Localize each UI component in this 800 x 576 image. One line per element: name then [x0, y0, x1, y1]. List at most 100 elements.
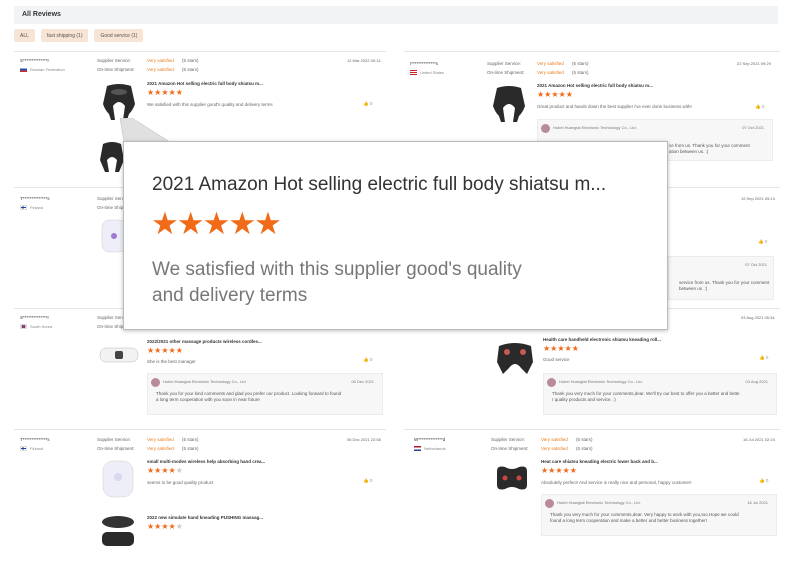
thumbs-up-icon: 👍 — [363, 478, 369, 483]
ontime-shipment-label: On-time Shipment: — [97, 67, 135, 72]
like-button[interactable]: 👍 0 — [758, 239, 767, 245]
supplier-service-label: Supplier Service: — [491, 437, 526, 442]
massager-image — [497, 343, 533, 374]
product-title-link[interactable]: 2021 Amazon Hot selling electric full bo… — [537, 83, 653, 88]
review-comment: We satisfied with this supplier good's q… — [147, 102, 273, 107]
divider — [404, 51, 780, 52]
supplier-service-stars: (5 stars) — [572, 61, 589, 66]
supplier-reply: Hubei Huangtai Electronic Technology Co.… — [147, 373, 383, 415]
ontime-shipment-stars: (5 stars) — [572, 70, 589, 75]
avatar — [151, 378, 160, 387]
south-korea-flag-icon — [20, 324, 27, 329]
ontime-shipment-stars: (5 stars) — [182, 446, 199, 451]
product-title-link[interactable]: small multi-modes wireless help absorbin… — [147, 459, 265, 464]
like-button[interactable]: 👍 0 — [363, 101, 372, 107]
russia-flag-icon — [20, 67, 27, 72]
product-title-link[interactable]: 2022/2021 other massage products wireles… — [147, 339, 262, 344]
review-filters: ALL fast shipping (1) Good service (1) — [14, 29, 144, 42]
review-comment: seems to be good quality product — [147, 480, 214, 485]
thumbs-up-icon: 👍 — [759, 355, 765, 360]
thumbs-up-icon: 👍 — [363, 101, 369, 106]
like-count: 0 — [764, 239, 768, 244]
reviewer-country: United States — [410, 70, 444, 75]
reviewer-country: Finland — [20, 446, 43, 451]
reviewer-name: T**************s — [20, 437, 50, 442]
netherlands-flag-icon — [414, 446, 421, 451]
product-thumbnail-2[interactable] — [97, 510, 139, 554]
review-comment: Good service — [543, 357, 570, 362]
reviewer-name: W**************d — [414, 437, 446, 442]
ontime-shipment-value: Very satisfied — [147, 67, 174, 72]
reply-text: ce from us. Thank you for your comment at… — [669, 143, 750, 155]
zoomed-review-comment: We satisfied with this supplier good's q… — [152, 259, 522, 306]
review-comment: Absolutely perfect! And service is reall… — [541, 480, 692, 485]
like-button[interactable]: 👍 0 — [363, 357, 372, 363]
massager-image — [99, 347, 139, 363]
reply-date: 07 Oct 2021 — [745, 262, 767, 267]
ontime-shipment-stars: (5 stars) — [576, 446, 593, 451]
ontime-shipment-stars: (5 stars) — [182, 67, 199, 72]
product-thumbnail[interactable] — [97, 336, 141, 374]
reviewer-name: T**************s — [20, 196, 50, 201]
reply-date: 06 Dec 2021 — [351, 379, 374, 384]
rating-stars: ★★★★★ — [147, 88, 183, 97]
review-comment: She is the best manager — [147, 359, 196, 364]
like-count: 0 — [765, 478, 769, 483]
review-comment: Great product and hands down the best su… — [537, 104, 692, 109]
like-button[interactable]: 👍 0 — [759, 478, 768, 484]
filter-fast-shipping[interactable]: fast shipping (1) — [40, 29, 89, 42]
product-thumbnail[interactable] — [493, 338, 537, 380]
reply-supplier-name: Hubei Huangtai Electronic Technology Co.… — [557, 500, 641, 505]
filter-all[interactable]: ALL — [14, 29, 35, 42]
review-date: 12 Mar 2022 00:14 — [347, 58, 381, 63]
supplier-service-label: Supplier Service: — [487, 61, 522, 66]
massager-image — [102, 516, 134, 546]
divider — [404, 429, 780, 430]
reply-supplier-name: Hubei Huangtai Electronic Technology Co.… — [163, 379, 246, 384]
reply-text-line: found a long term cooperation and make a… — [550, 518, 707, 523]
reply-text-line: ation between us. :) — [669, 149, 709, 154]
us-flag-icon — [410, 70, 417, 75]
like-button[interactable]: 👍 0 — [755, 104, 764, 110]
reply-text-line: between us. :) — [679, 286, 708, 291]
supplier-service-value: Very satisfied — [147, 58, 174, 63]
ontime-shipment-label: On-time Shipment: — [487, 70, 525, 75]
country-name: Netherlands — [424, 446, 446, 451]
review-date: 19 Sep 2021 05:13 — [741, 196, 775, 201]
ontime-shipment-label: On-time Shipment: — [491, 446, 529, 451]
reviewer-country: South Korea — [20, 324, 52, 329]
reply-supplier-name: Hubei Huangtai Electronic Technology Co.… — [559, 379, 643, 384]
ontime-shipment-value: Very satisfied — [541, 446, 568, 451]
all-reviews-header: All Reviews — [14, 6, 778, 24]
product-title-link-2[interactable]: 2022 new simulate hand kneading PUSHING … — [147, 515, 263, 520]
rating-stars: ★★★★★ — [147, 346, 183, 355]
thumbs-up-icon: 👍 — [755, 104, 761, 109]
supplier-service-stars: (5 stars) — [182, 437, 199, 442]
like-button[interactable]: 👍 0 — [759, 355, 768, 361]
filter-good-service[interactable]: Good service (1) — [94, 29, 144, 42]
country-name: Finland — [30, 446, 44, 451]
supplier-service-value: Very satisfied — [147, 437, 174, 442]
supplier-reply: 07 Oct 2021 service from us. Thank you f… — [668, 256, 774, 300]
zoomed-review-panel: 2021 Amazon Hot selling electric full bo… — [123, 141, 668, 330]
reply-supplier-name: Hubei Huangtai Electronic Technology Co.… — [553, 125, 637, 130]
avatar — [545, 499, 554, 508]
reply-text: service from us. Thank you for your comm… — [679, 280, 775, 292]
product-thumbnail[interactable] — [97, 457, 139, 501]
reply-text-line: r quality products and service. :) — [552, 397, 616, 402]
avatar — [541, 124, 550, 133]
supplier-service-value: Very satisfied — [537, 61, 564, 66]
review-date: 03 Aug 2021 05:34 — [741, 315, 775, 320]
thumbs-up-icon: 👍 — [758, 239, 764, 244]
reply-text: Thank you very much for your comments,de… — [552, 391, 740, 403]
like-button[interactable]: 👍 0 — [363, 478, 372, 484]
product-title-link[interactable]: Health care handheld electronic shiatsu … — [543, 337, 661, 342]
ontime-shipment-label: On-time Shipment: — [97, 446, 135, 451]
product-thumbnail[interactable] — [491, 457, 533, 501]
product-title-link[interactable]: 2021 Amazon Hot selling electric full bo… — [147, 81, 263, 86]
supplier-reply: Hubei Huangtai Electronic Technology Co.… — [543, 373, 777, 415]
product-thumbnail[interactable] — [487, 82, 531, 126]
product-title-link[interactable]: Heat care shiatsu kneading electric lowe… — [541, 459, 658, 464]
supplier-service-label: Supplier Service: — [97, 437, 132, 442]
supplier-service-value: Very satisfied — [541, 437, 568, 442]
